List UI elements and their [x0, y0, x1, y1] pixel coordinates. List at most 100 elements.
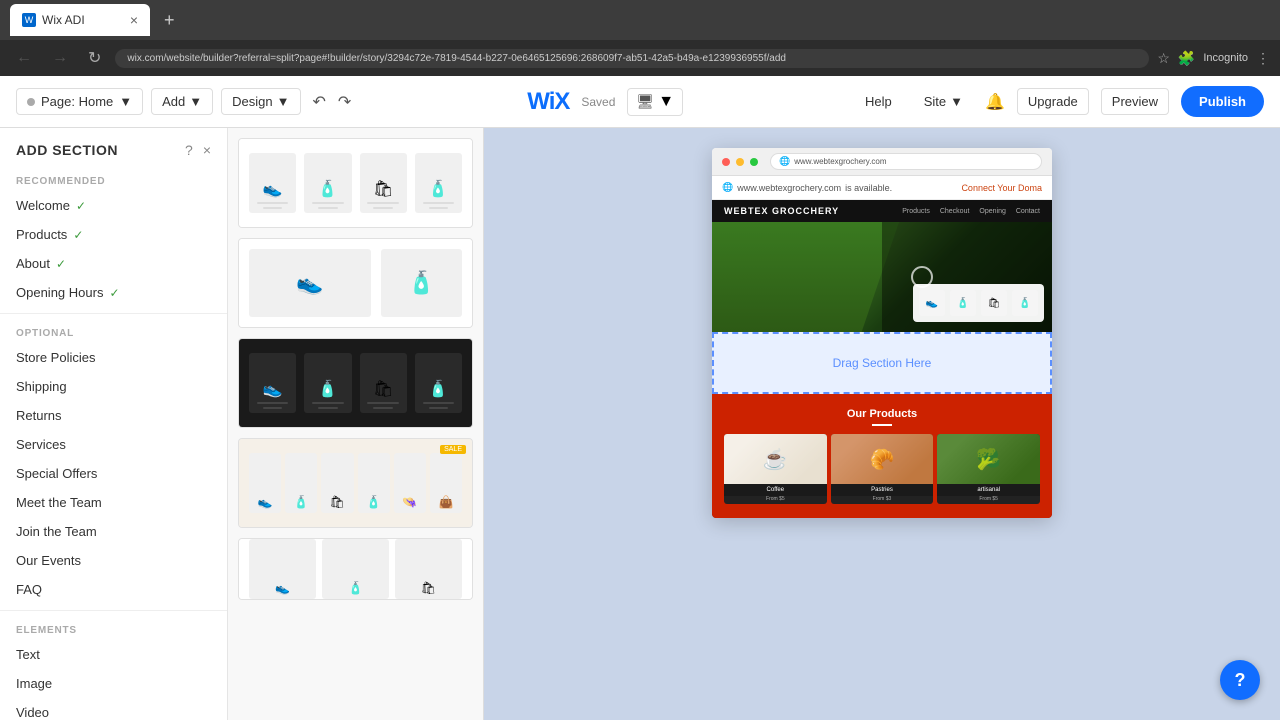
divider-1: [0, 313, 227, 314]
tpl-item-2: 🧴: [304, 153, 351, 213]
tpl-dark-line: [312, 402, 343, 404]
product-mini-4: 🧴: [1012, 290, 1038, 316]
preview-button[interactable]: Preview: [1101, 88, 1169, 115]
sidebar-item-faq[interactable]: FAQ: [0, 575, 227, 604]
product-card-coffee[interactable]: ☕ Coffee From $5: [724, 434, 827, 504]
about-check-icon: ✓: [56, 257, 66, 271]
sidebar-item-special-offers[interactable]: Special Offers: [0, 459, 227, 488]
template-card-1[interactable]: 👟 🧴 🛍 🧴: [238, 138, 473, 228]
sidebar-item-welcome[interactable]: Welcome ✓: [0, 191, 227, 220]
sidebar-item-join-the-team[interactable]: Join the Team: [0, 517, 227, 546]
device-selector[interactable]: 🖥 ▼: [627, 88, 683, 116]
sidebar-item-image[interactable]: Image: [0, 669, 227, 698]
extensions-icon[interactable]: 🧩: [1178, 50, 1195, 67]
tpl-item-1: 👟: [249, 153, 296, 213]
sidebar-item-services[interactable]: Services: [0, 430, 227, 459]
tpl-dark-line-short: [429, 407, 449, 409]
bag-dark-icon: 🛍: [373, 379, 393, 399]
wix-toolbar: Page: Home ▼ Add ▼ Design ▼ ↶ ↷ WiX Save…: [0, 76, 1280, 128]
sidebar-item-returns[interactable]: Returns: [0, 401, 227, 430]
incognito-icon: Incognito: [1203, 52, 1248, 64]
undo-redo-buttons: ↶ ↷: [309, 90, 356, 114]
bookmark-icon[interactable]: ☆: [1157, 50, 1170, 67]
page-label: Page: Home: [41, 94, 113, 109]
drag-section-placeholder[interactable]: Drag Section Here: [712, 332, 1052, 394]
device-chevron-icon: ▼: [658, 93, 674, 111]
sidebar-item-text[interactable]: Text: [0, 640, 227, 669]
domain-notice-left: 🌐 www.webtexgrochery.com is available.: [722, 182, 892, 193]
website-preview: 🌐 www.webtexgrochery.com 🌐 www.webtexgro…: [712, 148, 1052, 518]
tpl-accent-item-6: 👜: [430, 453, 462, 513]
sidebar-item-products[interactable]: Products ✓: [0, 220, 227, 249]
tpl-dark-item-4: 🧴: [415, 353, 462, 413]
grocery-logo: WEBTEX GROCCHERY: [724, 206, 839, 216]
hanger-icon: 🧴: [428, 179, 448, 199]
forward-button[interactable]: →: [46, 47, 74, 69]
design-button[interactable]: Design ▼: [221, 88, 300, 115]
menu-icon[interactable]: ⋮: [1256, 50, 1270, 67]
upgrade-button[interactable]: Upgrade: [1017, 88, 1089, 115]
sidebar-item-our-events[interactable]: Our Events: [0, 546, 227, 575]
grocery-hero-image: 👟 🧴 🛍 🧴: [712, 222, 1052, 332]
domain-globe-icon: 🌐: [722, 182, 733, 193]
browser-tab[interactable]: W Wix ADI ×: [10, 4, 150, 36]
refresh-button[interactable]: ↻: [82, 46, 107, 70]
url-text: wix.com/website/builder?referral=split?p…: [127, 53, 786, 64]
browser-icons: ☆ 🧩 Incognito ⋮: [1157, 50, 1270, 67]
product-mini-2: 🧴: [950, 290, 976, 316]
nav-link-opening[interactable]: Opening: [979, 208, 1005, 215]
new-tab-button[interactable]: +: [158, 8, 181, 33]
shoe-icon: 👟: [263, 179, 283, 199]
notifications-button[interactable]: 🔔: [985, 92, 1005, 112]
template-card-4[interactable]: SALE 👟 🧴 🛍 🧴 👒 👜: [238, 438, 473, 528]
elements-label: ELEMENTS: [0, 617, 227, 640]
tpl-accent-item-5: 👒: [394, 453, 426, 513]
product-card-pastries[interactable]: 🥐 Pastries From $3: [831, 434, 934, 504]
grocery-hero: 👟 🧴 🛍 🧴: [712, 222, 1052, 332]
tpl-line-short: [318, 207, 338, 209]
products-grid: ☕ Coffee From $5 🥐 Pastries From $3: [724, 434, 1040, 504]
close-tab-button[interactable]: ×: [130, 12, 138, 28]
publish-button[interactable]: Publish: [1181, 86, 1264, 117]
page-selector[interactable]: Page: Home ▼: [16, 88, 143, 115]
help-float-button[interactable]: ?: [1220, 660, 1260, 700]
sidebar-item-video[interactable]: Video: [0, 698, 227, 720]
tab-title: Wix ADI: [42, 13, 85, 27]
divider-2: [0, 610, 227, 611]
sidebar-item-store-policies[interactable]: Store Policies: [0, 343, 227, 372]
template-card-2[interactable]: 👟 🧴: [238, 238, 473, 328]
add-button[interactable]: Add ▼: [151, 88, 213, 115]
dot-red: [722, 158, 730, 166]
design-chevron-icon: ▼: [277, 94, 290, 109]
template-card-5[interactable]: 👟 🧴 🛍: [238, 538, 473, 600]
tpl-line: [257, 202, 288, 204]
help-icon[interactable]: ?: [185, 142, 193, 158]
sidebar-item-opening-hours[interactable]: Opening Hours ✓: [0, 278, 227, 307]
connect-domain-link[interactable]: Connect Your Doma: [961, 183, 1042, 193]
sidebar-item-meet-the-team[interactable]: Meet the Team: [0, 488, 227, 517]
tpl-line: [423, 202, 454, 204]
tpl-line-short: [263, 207, 283, 209]
nav-link-checkout[interactable]: Checkout: [940, 208, 970, 215]
site-button[interactable]: Site ▼: [914, 89, 973, 114]
sidebar-item-about[interactable]: About ✓: [0, 249, 227, 278]
wix-logo: WiX: [527, 88, 569, 116]
grocery-site: WEBTEX GROCCHERY Products Checkout Openi…: [712, 200, 1052, 518]
drag-section-text: Drag Section Here: [833, 356, 932, 370]
sidebar-item-shipping[interactable]: Shipping: [0, 372, 227, 401]
redo-button[interactable]: ↷: [334, 90, 355, 114]
undo-button[interactable]: ↶: [309, 90, 330, 114]
back-button[interactable]: ←: [10, 47, 38, 69]
template-card-3[interactable]: 👟 🧴 🛍 🧴: [238, 338, 473, 428]
pastry-image: 🥐: [831, 434, 934, 484]
nav-link-products[interactable]: Products: [902, 208, 930, 215]
help-button[interactable]: Help: [855, 89, 902, 114]
available-text: is available.: [845, 183, 892, 193]
site-globe-icon: 🌐: [779, 156, 790, 167]
address-bar[interactable]: wix.com/website/builder?referral=split?p…: [115, 49, 1149, 68]
close-panel-button[interactable]: ×: [203, 142, 211, 158]
product-card-veggie[interactable]: 🥦 artisanal From $5: [937, 434, 1040, 504]
products-underline: [872, 424, 892, 426]
our-products-section: Our Products ☕ Coffee From $5 🥐: [712, 394, 1052, 518]
nav-link-contact[interactable]: Contact: [1016, 208, 1040, 215]
